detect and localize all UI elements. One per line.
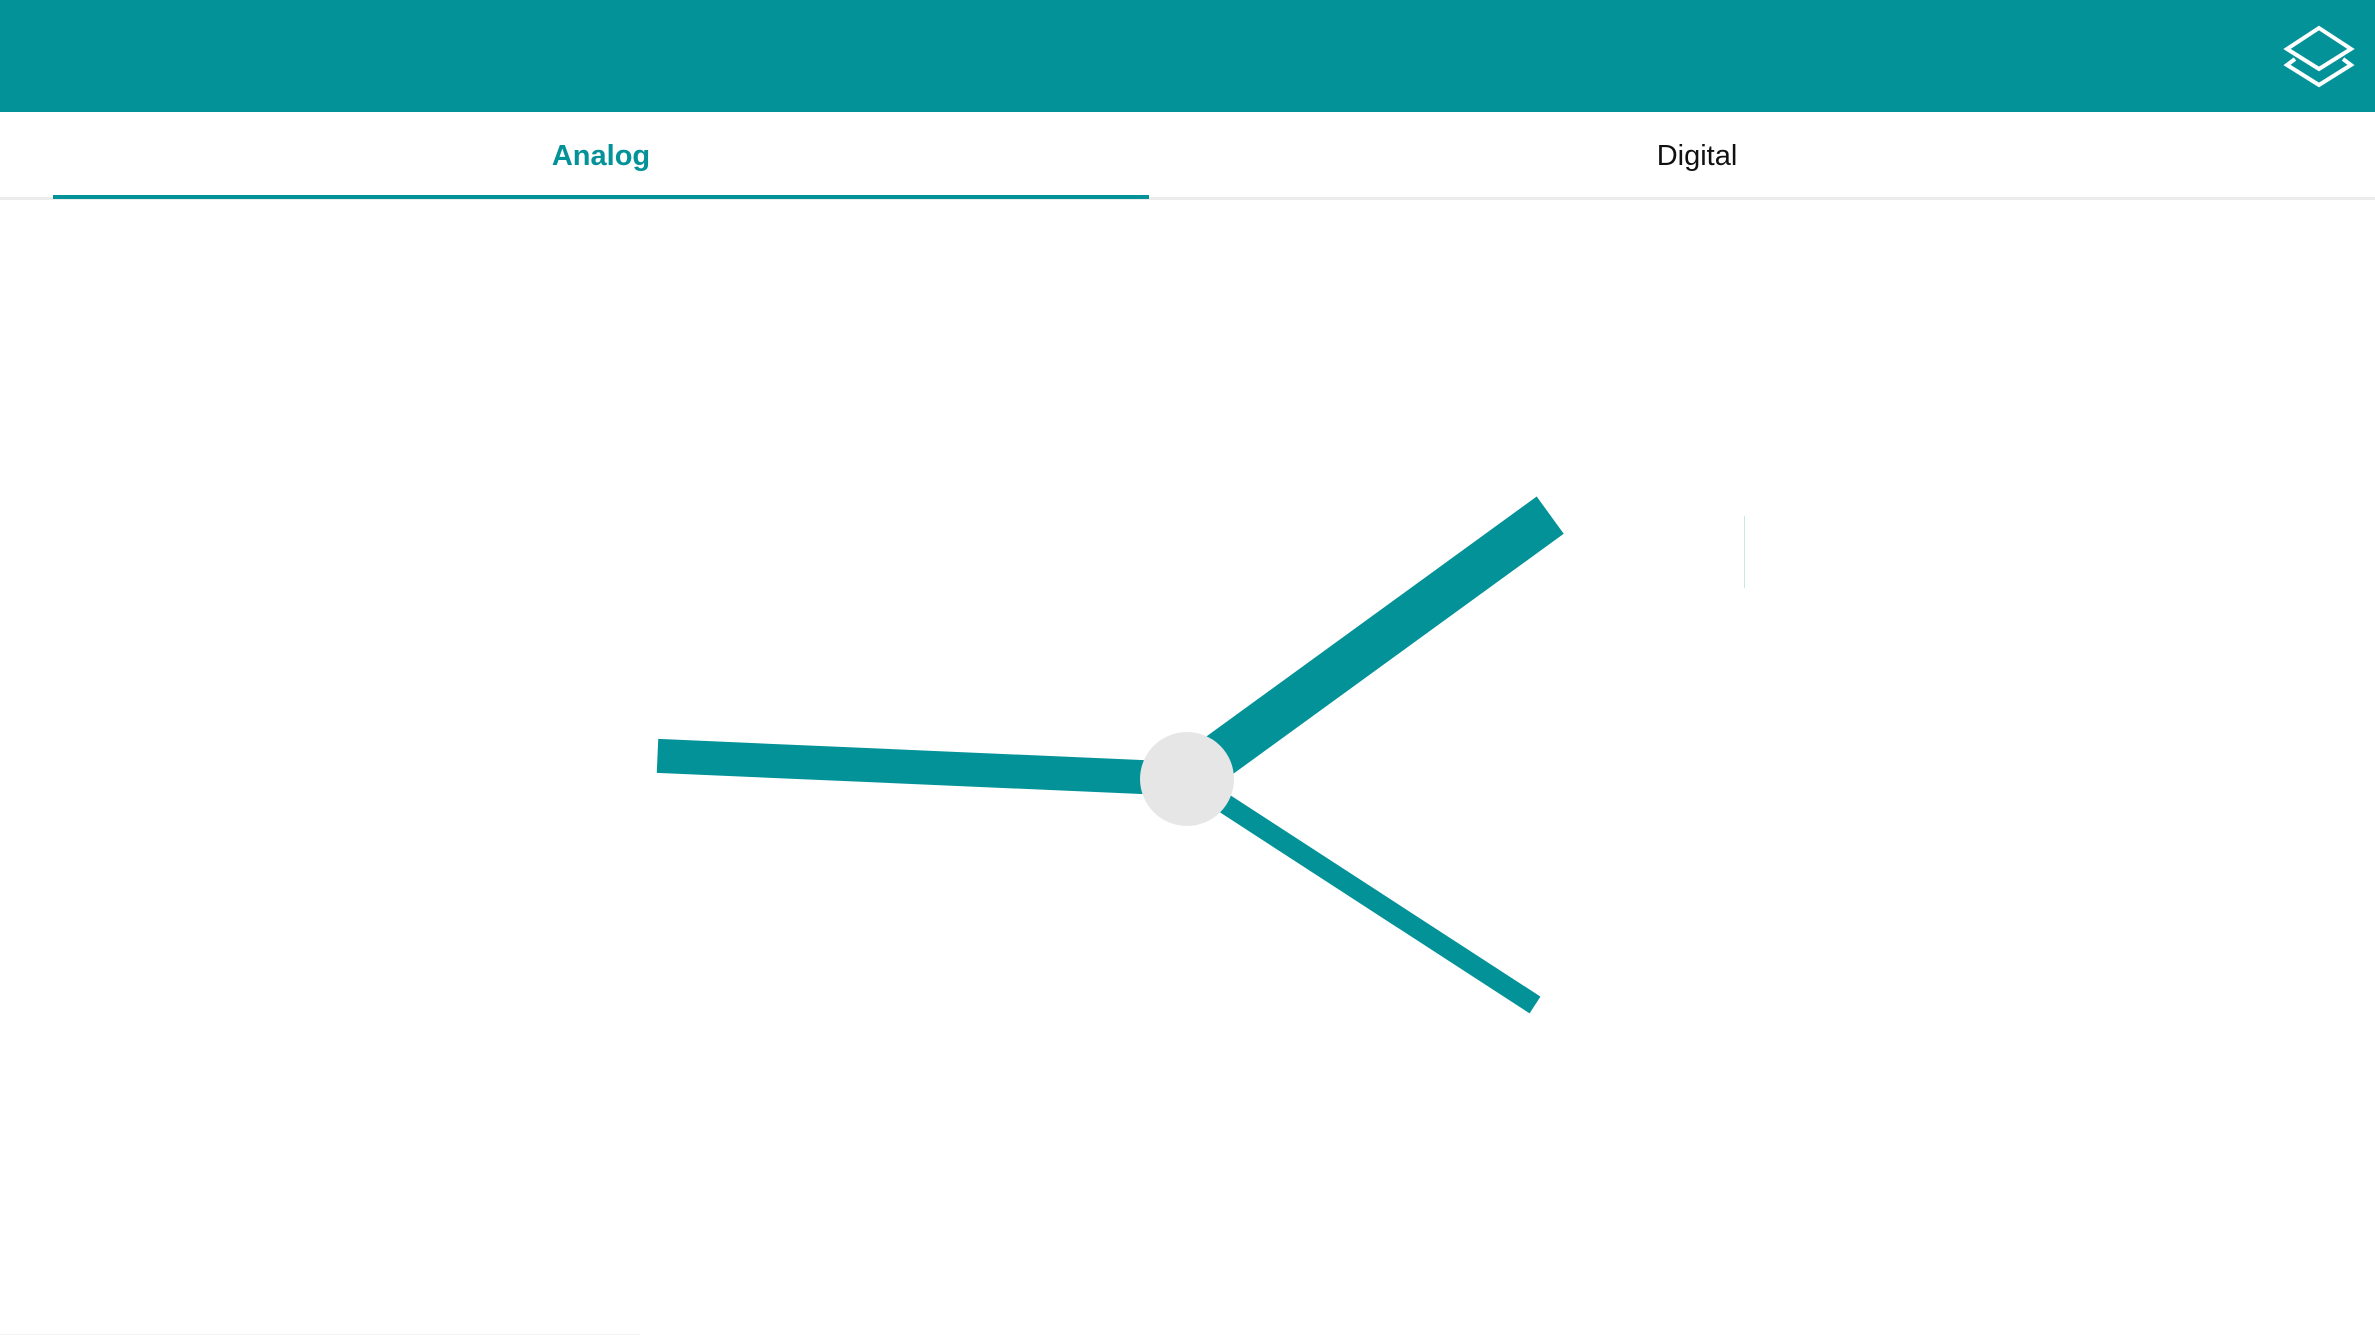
active-tab-indicator (53, 195, 1149, 199)
minute-hand (656, 738, 1188, 796)
tab-analog-label: Analog (551, 139, 651, 172)
second-hand (1181, 770, 1541, 1014)
clock-area (0, 200, 2375, 1336)
text-cursor (1744, 516, 1745, 588)
layers-button[interactable] (2281, 20, 2357, 90)
tab-analog[interactable]: Analog (53, 112, 1149, 200)
tab-digital-label: Digital (1656, 139, 1738, 172)
divider (0, 1334, 640, 1335)
clock-hub (1140, 732, 1234, 826)
tab-bar: Analog Digital (0, 112, 2375, 200)
layers-icon (2283, 25, 2355, 88)
tab-digital[interactable]: Digital (1149, 112, 2245, 200)
app-bar (0, 0, 2375, 112)
hour-hand (1173, 496, 1564, 798)
analog-clock (656, 496, 1564, 1014)
